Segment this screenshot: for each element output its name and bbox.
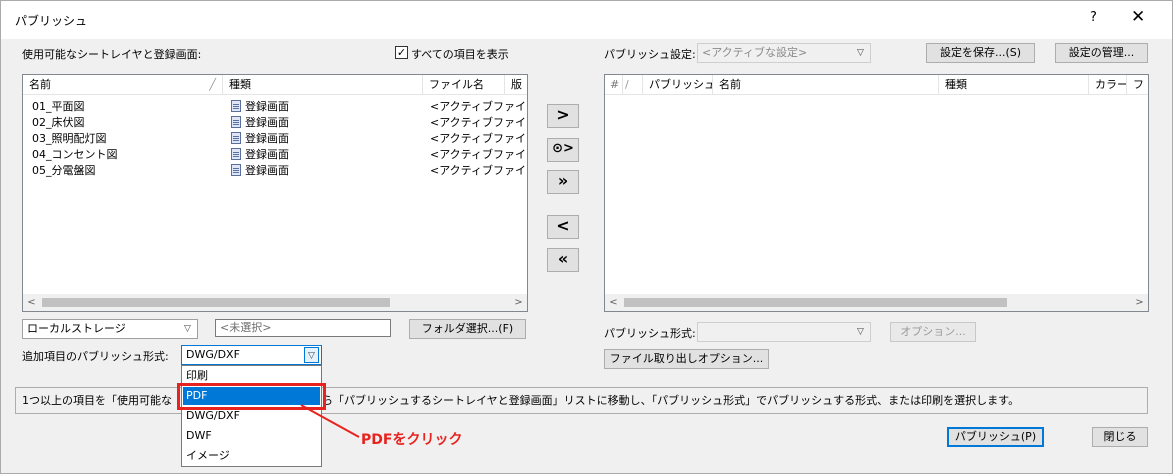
publish-settings-select[interactable]: <アクティブな設定> ▽ <box>697 43 871 63</box>
list-item-file: <アクティブファイ <box>430 164 527 177</box>
available-list[interactable]: 名前 ╱ 種類 ファイル名 版 01_平面図 登録画面 <アクティブファイ 02… <box>22 74 528 312</box>
folder-select-button[interactable]: フォルダ選択...(F) <box>409 319 526 339</box>
publish-format-select[interactable]: ▽ <box>697 322 871 342</box>
annotation-text: PDFをクリック <box>361 432 463 448</box>
list-item-type: 登録画面 <box>231 147 289 163</box>
document-icon <box>231 132 241 144</box>
list-item-file: <アクティブファイ <box>430 148 527 161</box>
manage-settings-button[interactable]: 設定の管理... <box>1055 43 1148 63</box>
column-header-name[interactable]: 名前 ╱ <box>23 75 223 95</box>
scroll-left-icon[interactable]: < <box>23 294 40 311</box>
list-item-file: <アクティブファイ <box>430 100 527 113</box>
document-icon <box>231 148 241 160</box>
column-header-type[interactable]: 種類 <box>223 75 423 95</box>
dropdown-item-image[interactable]: イメージ <box>183 447 320 465</box>
annotation-arrow-line <box>300 404 360 438</box>
document-icon <box>231 116 241 128</box>
available-list-label: 使用可能なシートレイヤと登録画面: <box>22 48 202 61</box>
add-all-button[interactable]: » <box>547 170 579 194</box>
list-item-name[interactable]: 04_コンセント図 <box>32 147 118 163</box>
add-format-select[interactable]: DWG/DXF ▽ <box>181 345 322 365</box>
remove-button[interactable]: < <box>547 215 579 239</box>
scroll-right-icon[interactable]: > <box>1131 294 1148 311</box>
horizontal-scrollbar[interactable]: < > <box>23 294 527 311</box>
column-header-color[interactable]: カラー <box>1089 75 1127 95</box>
chevron-down-icon: ▽ <box>857 327 864 337</box>
column-header-filename[interactable]: ファイル名 <box>423 75 505 95</box>
publish-format-label: パブリッシュ形式: <box>604 327 696 340</box>
add-copy-button[interactable]: ⊙> <box>547 138 579 162</box>
window-title: パブリッシュ <box>15 14 88 28</box>
column-header-number[interactable]: # <box>605 75 623 95</box>
options-button[interactable]: オプション... <box>890 322 976 342</box>
remove-all-button[interactable]: « <box>547 248 579 272</box>
status-text: 1つ以上の項目を「使用可能な <box>22 394 172 407</box>
export-options-button[interactable]: ファイル取り出しオプション... <box>604 349 769 369</box>
list-item-name[interactable]: 03_照明配灯図 <box>32 131 107 147</box>
publish-list[interactable]: # / パブリッシュ... 名前 種類 カラー フ < > <box>604 74 1149 312</box>
scrollbar-thumb[interactable] <box>624 298 1007 307</box>
show-all-label: すべての項目を表示 <box>411 48 509 61</box>
list-item-type: 登録画面 <box>231 115 289 131</box>
storage-select[interactable]: ローカルストレージ ▽ <box>22 319 198 339</box>
sort-indicator-icon: ╱ <box>209 78 216 91</box>
list-item-file: <アクティブファイ <box>430 116 527 129</box>
list-item-name[interactable]: 02_床伏図 <box>32 115 85 131</box>
chevron-down-icon: ▽ <box>184 324 191 334</box>
publish-button[interactable]: パブリッシュ(P) <box>947 427 1044 447</box>
column-header-type[interactable]: 種類 <box>939 75 1089 95</box>
document-icon <box>231 164 241 176</box>
scrollbar-thumb[interactable] <box>42 298 390 307</box>
save-settings-button[interactable]: 設定を保存...(S) <box>926 43 1035 63</box>
column-header-sort[interactable]: / <box>623 75 643 95</box>
list-item-name[interactable]: 01_平面図 <box>32 99 85 115</box>
list-item-type: 登録画面 <box>231 99 289 115</box>
status-text-tail: ら「パブリッシュするシートレイヤと登録画面」リストに移動し、「パブリッシュ形式」… <box>322 394 1020 407</box>
document-icon <box>231 100 241 112</box>
column-header-version[interactable]: 版 <box>505 75 527 95</box>
horizontal-scrollbar[interactable]: < > <box>605 294 1148 311</box>
title-bar: パブリッシュ ? ✕ <box>1 1 1172 39</box>
list-item-name[interactable]: 05_分電盤図 <box>32 163 96 179</box>
column-header-publish[interactable]: パブリッシュ... <box>643 75 713 95</box>
chevron-down-icon: ▽ <box>857 48 864 58</box>
list-item-type: 登録画面 <box>231 163 289 179</box>
scroll-left-icon[interactable]: < <box>605 294 622 311</box>
close-button[interactable]: 閉じる <box>1092 427 1148 447</box>
scroll-right-icon[interactable]: > <box>510 294 527 311</box>
add-format-label: 追加項目のパブリッシュ形式: <box>22 350 169 363</box>
show-all-checkbox[interactable]: ✓ <box>395 46 408 59</box>
column-header-name[interactable]: 名前 <box>713 75 939 95</box>
available-list-header: 名前 ╱ 種類 ファイル名 版 <box>23 75 527 95</box>
close-icon[interactable]: ✕ <box>1131 7 1145 27</box>
publish-settings-label: パブリッシュ設定: <box>604 48 696 61</box>
list-item-file: <アクティブファイ <box>430 132 527 145</box>
chevron-down-icon: ▽ <box>304 347 319 363</box>
publish-list-header: # / パブリッシュ... 名前 種類 カラー フ <box>605 75 1148 95</box>
help-button[interactable]: ? <box>1090 10 1097 25</box>
folder-path-field[interactable]: <未選択> <box>215 319 391 337</box>
add-button[interactable]: > <box>547 104 579 128</box>
publish-dialog: パブリッシュ ? ✕ 使用可能なシートレイヤと登録画面: ✓ すべての項目を表示… <box>0 0 1173 474</box>
column-header-file[interactable]: フ <box>1127 75 1148 95</box>
list-item-type: 登録画面 <box>231 131 289 147</box>
